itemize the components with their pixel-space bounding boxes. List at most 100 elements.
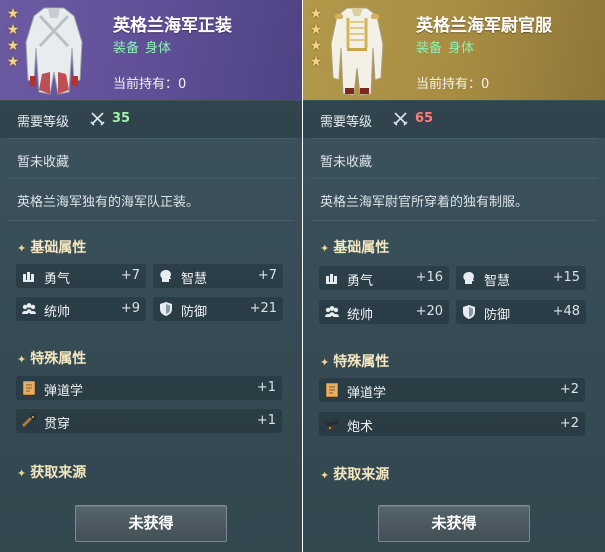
rarity-stars: ★ ★ ★ ★ [4,6,22,70]
section-title: 获取来源 [30,465,87,481]
stat-value: +7 [120,268,140,283]
command-icon [325,306,339,317]
stat-gunnery: 炮术 +2 [319,412,585,436]
stat-value: +15 [552,270,580,285]
crossed-swords-icon [393,112,408,126]
divider [311,138,597,139]
defense-icon [463,305,475,319]
level-label: 需要等级 [17,115,70,130]
stat-value: +1 [256,413,276,428]
penetration-gun-icon [22,414,36,427]
basic-attributes-heading: ✦ 基础属性 [320,237,389,257]
stat-label: 弹道学 [347,386,387,401]
star-icon: ★ [6,6,20,22]
item-title: 英格兰海军尉官服 [416,16,552,36]
diamond-icon: ✦ [17,353,27,366]
stat-wisdom: 智慧 +15 [456,266,586,290]
star-icon: ★ [6,38,20,54]
stat-value: +48 [552,304,580,319]
navy-dress-uniform-image [25,7,83,95]
item-description: 英格兰海军独有的海军队正装。 [17,195,200,210]
section-title: 特殊属性 [30,351,87,367]
divider [311,220,597,221]
stat-ballistics: 弹道学 +2 [319,378,585,402]
stat-label: 弹道学 [44,384,84,399]
not-obtained-button[interactable]: 未获得 [378,505,530,542]
special-attributes-heading: ✦ 特殊属性 [17,348,86,368]
item-type: 装备 [113,41,140,56]
diamond-icon: ✦ [17,242,27,255]
divider [8,220,294,221]
stat-command: 统帅 +9 [16,297,146,321]
level-value: 65 [415,111,434,126]
navy-officer-uniform-image [330,7,384,96]
collect-status: 暂未收藏 [17,155,70,170]
level-requirement-row: 需要等级 65 [303,101,605,138]
item-title: 英格兰海军正装 [113,16,232,36]
star-icon: ★ [309,22,323,38]
stat-value: +7 [257,268,277,283]
stat-label: 炮术 [347,420,374,435]
special-attributes-heading: ✦ 特殊属性 [320,351,389,371]
divider [311,178,597,179]
stat-label: 统帅 [44,305,71,320]
stat-label: 统帅 [347,308,374,323]
star-icon: ★ [309,6,323,22]
acquire-source-heading: ✦ 获取来源 [320,464,389,484]
stat-value: +2 [559,382,579,397]
stat-courage: 勇气 +7 [16,264,146,288]
collect-status: 暂未收藏 [320,155,373,170]
item-category: 装备 身体 [416,37,474,56]
diamond-icon: ✦ [320,356,330,369]
item-card-right: ★ ★ ★ ★ 英格兰海军尉官服 装备 身体 当前持有：0 需要等级 65 暂未收… [303,0,605,552]
ballistics-book-icon [23,381,35,395]
defense-icon [160,302,172,316]
not-obtained-button[interactable]: 未获得 [75,505,227,542]
star-icon: ★ [309,54,323,70]
basic-attributes-heading: ✦ 基础属性 [17,237,86,257]
stat-value: +21 [249,301,277,316]
divider [8,178,294,179]
stat-label: 防御 [484,308,511,323]
divider [8,138,294,139]
level-label: 需要等级 [320,115,373,130]
wisdom-icon [463,272,474,284]
level-requirement-row: 需要等级 35 [0,101,302,138]
ballistics-book-icon [326,383,338,397]
courage-icon [23,272,34,282]
command-icon [22,303,36,314]
item-description: 英格兰海军尉官所穿着的独有制服。 [320,195,529,210]
star-icon: ★ [309,38,323,54]
star-icon: ★ [6,54,20,70]
stat-label: 勇气 [347,274,374,289]
level-value: 35 [112,111,131,126]
stat-label: 智慧 [484,274,511,289]
stat-label: 贯穿 [44,417,71,432]
stat-courage: 勇气 +16 [319,266,449,290]
section-title: 基础属性 [30,240,87,256]
rarity-stars: ★ ★ ★ ★ [307,6,325,70]
stat-value: +2 [559,416,579,431]
stat-value: +16 [415,270,443,285]
item-type: 装备 [416,41,443,56]
crossed-swords-icon [90,112,105,126]
acquire-source-heading: ✦ 获取来源 [17,462,86,482]
diamond-icon: ✦ [320,242,330,255]
stat-label: 勇气 [44,272,71,287]
section-title: 特殊属性 [333,354,390,370]
star-icon: ★ [6,22,20,38]
holding-count: 当前持有：0 [416,77,490,92]
section-title: 获取来源 [333,467,390,483]
wisdom-icon [160,270,171,282]
stat-value: +1 [256,380,276,395]
item-card-left: ★ ★ ★ ★ 英格兰海军正装 装备 身体 当前持有：0 需要等级 35 暂未收藏… [0,0,302,552]
item-category: 装备 身体 [113,37,171,56]
item-slot: 身体 [448,41,475,56]
stat-value: +9 [120,301,140,316]
holding-count: 当前持有：0 [113,77,187,92]
stat-command: 统帅 +20 [319,300,449,324]
stat-defense: 防御 +48 [456,300,586,324]
section-title: 基础属性 [333,240,390,256]
stat-ballistics: 弹道学 +1 [16,376,282,400]
card-header: ★ ★ ★ ★ 英格兰海军正装 装备 身体 当前持有：0 [0,0,302,100]
